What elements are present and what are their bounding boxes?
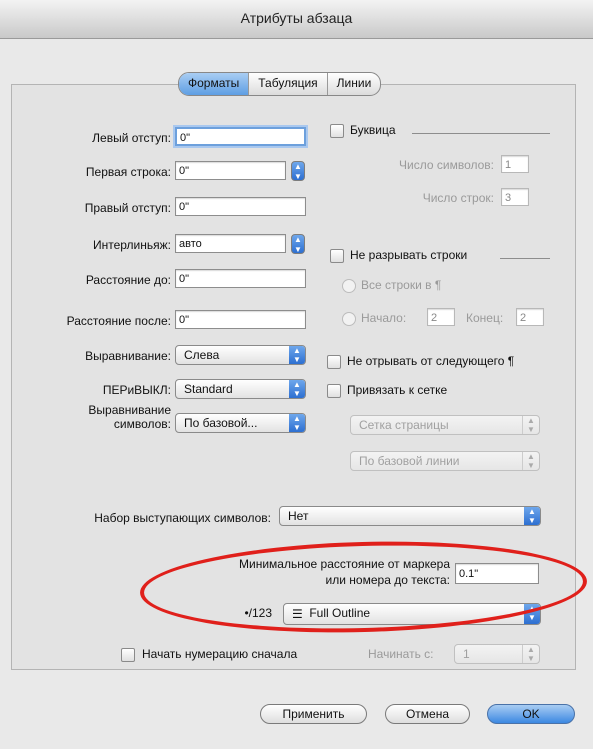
line-count-field[interactable]: 3: [501, 188, 529, 206]
bullet-distance-field[interactable]: 0.1": [455, 563, 539, 584]
start-field[interactable]: 2: [427, 308, 455, 326]
leading-label: Интерлиньяж:: [93, 238, 171, 252]
start-label: Начало:: [361, 311, 407, 325]
lock-to-grid-label: Привязать к сетке: [347, 383, 448, 397]
keep-lines-label: Не разрывать строки: [350, 248, 468, 262]
chevron-updown-icon: ▲ ▼: [522, 645, 539, 663]
keep-with-next-checkbox[interactable]: [327, 355, 341, 369]
title-bar[interactable]: Атрибуты абзаца: [0, 0, 593, 39]
hnj-value: Standard: [184, 382, 233, 396]
space-after-label: Расстояние после:: [66, 314, 171, 328]
keep-with-next-label: Не отрывать от следующего ¶: [347, 354, 515, 368]
alignment-label: Выравнивание:: [85, 349, 171, 363]
line-count-label: Число строк:: [422, 191, 494, 205]
cancel-button[interactable]: Отмена: [385, 704, 470, 724]
grid-type-popup[interactable]: Сетка страницы ▲ ▼: [350, 415, 540, 435]
hanging-chars-label: Набор выступающих символов:: [94, 511, 271, 525]
start-end-radio[interactable]: [342, 312, 356, 326]
hnj-label: ПЕРиВЫКЛ:: [102, 383, 171, 397]
all-lines-radio[interactable]: [342, 279, 356, 293]
char-align-label-line1: Выравнивание: [88, 403, 171, 417]
chevron-updown-icon: ▲ ▼: [522, 416, 539, 434]
start-at-label: Начинать с:: [368, 647, 434, 661]
chevron-updown-icon: ▲ ▼: [524, 507, 540, 525]
char-align-label-line2: символов:: [113, 417, 171, 431]
keep-lines-checkbox[interactable]: [330, 249, 344, 263]
right-indent-label: Правый отступ:: [84, 201, 171, 215]
chevron-updown-icon: ▲ ▼: [289, 380, 305, 398]
paragraph-attributes-dialog: Атрибуты абзаца Форматы Табуляция Линии …: [0, 0, 593, 749]
bullet-distance-label-line1: Минимальное расстояние от маркера: [239, 557, 450, 571]
drop-cap-label: Буквица: [350, 123, 396, 137]
hanging-chars-value: Нет: [288, 509, 309, 523]
char-count-label: Число символов:: [399, 158, 494, 172]
char-align-popup[interactable]: По базовой... ▲ ▼: [175, 413, 306, 433]
start-at-value: 1: [463, 647, 470, 661]
right-indent-field[interactable]: 0": [175, 197, 306, 216]
alignment-popup[interactable]: Слева ▲ ▼: [175, 345, 306, 365]
hnj-popup[interactable]: Standard ▲ ▼: [175, 379, 306, 399]
chevron-updown-icon: ▲ ▼: [522, 452, 539, 470]
restart-numbering-checkbox[interactable]: [121, 648, 135, 662]
window-title: Атрибуты абзаца: [240, 10, 353, 26]
leading-field[interactable]: авто: [175, 234, 286, 253]
tab-formats[interactable]: Форматы: [179, 73, 250, 95]
space-before-field[interactable]: 0": [175, 269, 306, 288]
chevron-updown-icon: ▲ ▼: [524, 604, 540, 624]
tab-tabs[interactable]: Табуляция: [249, 73, 328, 95]
char-count-field[interactable]: 1: [501, 155, 529, 173]
restart-numbering-label: Начать нумерацию сначала: [142, 647, 298, 661]
baseline-value: По базовой линии: [359, 454, 460, 468]
alignment-value: Слева: [184, 348, 220, 362]
baseline-popup[interactable]: По базовой линии ▲ ▼: [350, 451, 540, 471]
tab-bar: Форматы Табуляция Линии: [178, 72, 382, 96]
outline-list-icon: ☰: [292, 606, 303, 621]
numbering-label: •/123: [244, 606, 272, 620]
first-line-stepper[interactable]: ▲ ▼: [291, 161, 305, 181]
ok-button[interactable]: OK: [487, 704, 575, 724]
end-field[interactable]: 2: [516, 308, 544, 326]
chevron-updown-icon: ▲ ▼: [289, 414, 305, 432]
space-after-field[interactable]: 0": [175, 310, 306, 329]
left-indent-field[interactable]: 0": [175, 127, 306, 146]
divider: [500, 258, 550, 259]
drop-cap-checkbox[interactable]: [330, 124, 344, 138]
chevron-updown-icon: ▲ ▼: [289, 346, 305, 364]
char-align-value: По базовой...: [184, 416, 258, 430]
space-before-label: Расстояние до:: [85, 273, 171, 287]
end-label: Конец:: [466, 311, 504, 325]
first-line-field[interactable]: 0": [175, 161, 286, 180]
leading-stepper[interactable]: ▲ ▼: [291, 234, 305, 254]
numbering-value: Full Outline: [309, 606, 371, 620]
apply-button[interactable]: Применить: [260, 704, 367, 724]
first-line-label: Первая строка:: [85, 165, 171, 179]
left-indent-label: Левый отступ:: [92, 131, 171, 145]
all-lines-label: Все строки в ¶: [361, 278, 442, 292]
bullet-distance-label-line2: или номера до текста:: [325, 573, 450, 587]
start-at-stepper[interactable]: 1 ▲ ▼: [454, 644, 540, 664]
grid-type-value: Сетка страницы: [359, 418, 449, 432]
hanging-chars-popup[interactable]: Нет ▲ ▼: [279, 506, 541, 526]
numbering-popup[interactable]: ☰ Full Outline ▲ ▼: [283, 603, 541, 625]
tab-rules[interactable]: Линии: [328, 73, 381, 95]
lock-to-grid-checkbox[interactable]: [327, 384, 341, 398]
divider: [412, 133, 550, 134]
